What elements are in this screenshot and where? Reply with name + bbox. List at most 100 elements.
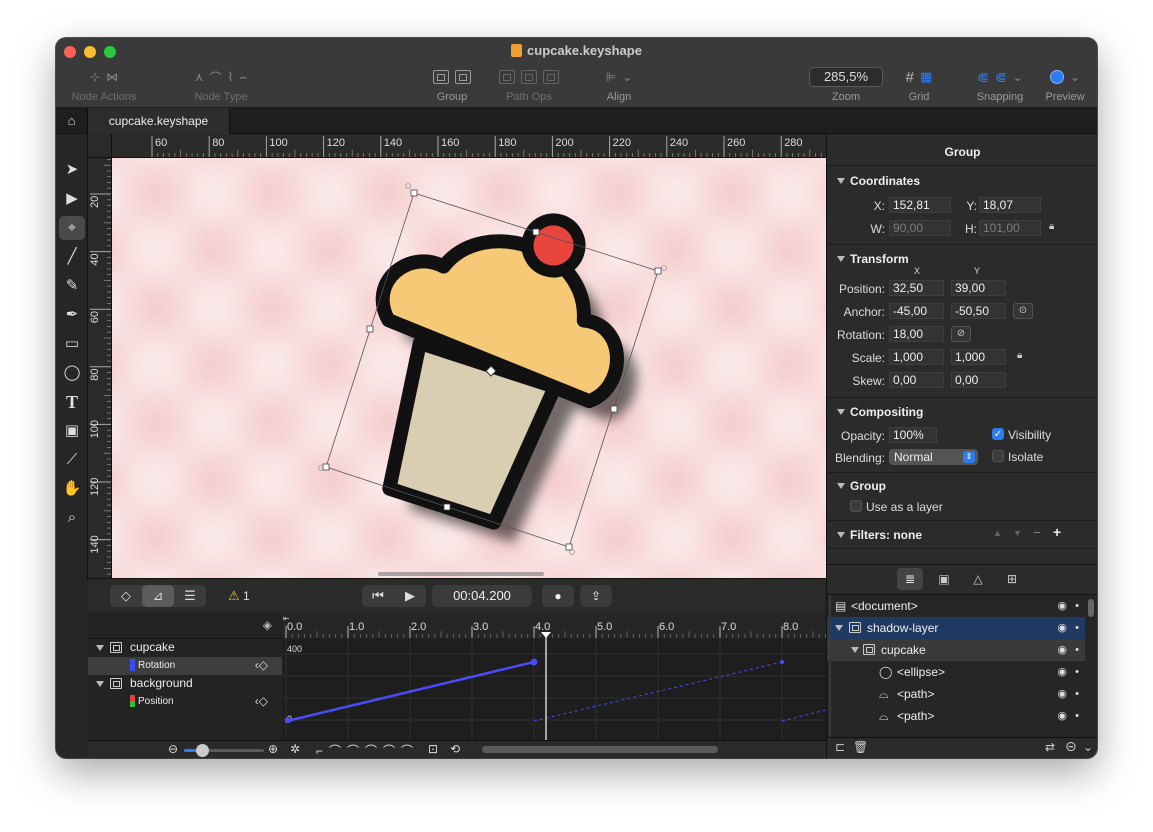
remove-filter-icon[interactable]: − xyxy=(1033,525,1041,540)
select-tool[interactable]: ➤ xyxy=(59,158,85,182)
scale-lock-icon[interactable]: 🔒︎ xyxy=(1017,350,1022,361)
transform-origin-tool[interactable]: ⌖ xyxy=(59,216,85,240)
text-tool[interactable]: T xyxy=(59,390,85,414)
move-up-icon[interactable]: ▲ xyxy=(993,528,1002,538)
position-y-field[interactable]: 39,00 xyxy=(951,280,1006,296)
hand-tool[interactable]: ✋ xyxy=(59,477,85,501)
resize-handle[interactable] xyxy=(654,267,662,275)
resize-handle[interactable] xyxy=(366,325,374,333)
lock-dot-icon[interactable]: • xyxy=(1075,683,1079,705)
resize-handle[interactable] xyxy=(322,463,330,471)
position-x-field[interactable]: 32,50 xyxy=(889,280,944,296)
chevron-down-icon[interactable]: ⌄ xyxy=(1083,740,1093,754)
tab-document[interactable]: cupcake.keyshape xyxy=(88,108,230,134)
toolbar-node-type[interactable]: ⋏ ⌒ ⌇ ⌢ Node Type xyxy=(166,68,276,106)
timeline-row-position[interactable]: Position ‹◇ xyxy=(88,693,282,711)
new-layer-icon[interactable]: ⊏ xyxy=(835,740,845,754)
ellipse-tool[interactable]: ◯ xyxy=(59,361,85,385)
lock-dot-icon[interactable]: • xyxy=(1075,661,1079,683)
group-section-header[interactable]: Group xyxy=(837,479,886,493)
rectangle-tool[interactable]: ▭ xyxy=(59,332,85,356)
opacity-field[interactable]: 100% xyxy=(889,427,937,443)
easing-buttons[interactable]: ⌐⌒⌒⌒⌒⌒ xyxy=(316,742,419,758)
record-button[interactable]: ● xyxy=(542,585,574,607)
keyframe-point[interactable] xyxy=(285,718,290,723)
layer-ellipse[interactable]: ◯ <ellipse> ◉ • xyxy=(827,661,1085,683)
keyframe-nav-icon[interactable]: ‹◇ xyxy=(255,694,268,708)
current-time-field[interactable]: 00:04.200 xyxy=(432,585,532,607)
trash-icon[interactable]: 🗑︎ xyxy=(853,740,868,754)
drawing-canvas[interactable] xyxy=(112,158,826,578)
swap-icon[interactable]: ⇄ xyxy=(1045,740,1055,754)
move-down-icon[interactable]: ▼ xyxy=(1013,528,1022,538)
zoom-in-icon[interactable]: ⊕ xyxy=(268,742,278,756)
visibility-eye-icon[interactable]: ◉ xyxy=(1057,683,1067,705)
lock-dot-icon[interactable]: • xyxy=(1075,595,1079,617)
export-animation-button[interactable]: ⇪ xyxy=(580,585,612,607)
timeline-graph[interactable]: 0.01.02.03.04.05.06.07.08.0 400 0 ⇤ xyxy=(282,612,826,740)
transform-section-header[interactable]: Transform xyxy=(837,252,909,266)
keyframe-point[interactable] xyxy=(530,658,538,666)
timeline-row-background[interactable]: background xyxy=(88,675,282,693)
canvas-horizontal-scrollbar[interactable] xyxy=(378,572,544,576)
resize-handle[interactable] xyxy=(443,503,451,511)
visibility-eye-icon[interactable]: ◉ xyxy=(1057,617,1067,639)
compositing-section-header[interactable]: Compositing xyxy=(837,405,923,419)
layer-path[interactable]: ⌓ <path> ◉ • xyxy=(827,705,1085,727)
more-options-icon[interactable]: ⊝ xyxy=(1065,738,1077,755)
x-field[interactable]: 152,81 xyxy=(889,197,951,213)
visibility-eye-icon[interactable]: ◉ xyxy=(1057,595,1067,617)
visibility-eye-icon[interactable]: ◉ xyxy=(1057,705,1067,727)
lock-dot-icon[interactable]: • xyxy=(1075,639,1079,661)
tab-assets[interactable]: ▣ xyxy=(931,568,957,590)
toolbar-align[interactable]: ⊫ ⌄ Align xyxy=(596,68,642,106)
scale-x-field[interactable]: 1,000 xyxy=(889,349,944,365)
eyedropper-tool[interactable]: ⟋ xyxy=(59,448,85,472)
lock-dot-icon[interactable]: • xyxy=(1075,705,1079,727)
timeline-mode-segment[interactable]: ◇ ⊿ ☰ xyxy=(110,585,206,607)
anchor-y-field[interactable]: -50,50 xyxy=(951,303,1006,319)
warnings-indicator[interactable]: ⚠ 1 xyxy=(228,588,250,604)
auto-rotate-button[interactable]: ⊘ xyxy=(951,326,971,342)
visibility-eye-icon[interactable]: ◉ xyxy=(1057,639,1067,661)
resize-handle[interactable] xyxy=(410,189,418,197)
width-field[interactable]: 90,00 xyxy=(889,220,951,236)
tab-symbols[interactable]: △ xyxy=(965,568,991,590)
isolate-checkbox[interactable] xyxy=(992,450,1004,462)
layers-scrollbar[interactable] xyxy=(1088,599,1094,617)
layer-cupcake[interactable]: cupcake ◉ • xyxy=(827,639,1085,661)
keyframe-nav-icon[interactable]: ‹◇ xyxy=(255,658,268,672)
add-filter-icon[interactable]: + xyxy=(1053,524,1061,540)
zoom-field[interactable]: 285,5% xyxy=(809,67,883,87)
rotation-field[interactable]: 18,00 xyxy=(889,326,944,342)
lock-dot-icon[interactable]: • xyxy=(1075,617,1079,639)
toolbar-group[interactable]: Group xyxy=(424,68,480,106)
height-field[interactable]: 101,00 xyxy=(979,220,1041,236)
pen-tool[interactable]: ✒ xyxy=(59,303,85,327)
anchor-center-button[interactable]: ⊙ xyxy=(1013,303,1033,319)
anchor-x-field[interactable]: -45,00 xyxy=(889,303,944,319)
toolbar-grid[interactable]: # ▦ Grid xyxy=(896,68,942,106)
scale-y-field[interactable]: 1,000 xyxy=(951,349,1006,365)
zoom-out-icon[interactable]: ⊖ xyxy=(168,742,178,756)
timeline-horizontal-scrollbar[interactable] xyxy=(482,746,718,753)
timeline-zoom-slider[interactable] xyxy=(184,744,264,757)
keyframe-mode-button[interactable]: ◇ xyxy=(110,585,142,607)
timeline-row-rotation[interactable]: Rotation ‹◇ xyxy=(88,657,282,675)
skew-x-field[interactable]: 0,00 xyxy=(889,372,944,388)
tab-layers[interactable]: ≣ xyxy=(897,568,923,590)
home-tab[interactable]: ⌂ xyxy=(56,108,88,134)
timeline-row-cupcake[interactable]: cupcake xyxy=(88,639,282,657)
slider-thumb[interactable] xyxy=(196,744,209,757)
list-mode-button[interactable]: ☰ xyxy=(174,585,206,607)
image-tool[interactable]: ▣ xyxy=(59,419,85,443)
y-field[interactable]: 18,07 xyxy=(979,197,1041,213)
toolbar-node-actions[interactable]: ⊹ ⋈ Node Actions xyxy=(64,68,144,106)
zoom-tool[interactable]: ⌕ xyxy=(59,506,85,530)
skew-y-field[interactable]: 0,00 xyxy=(951,372,1006,388)
resize-handle[interactable] xyxy=(565,543,573,551)
node-select-tool[interactable]: ▶ xyxy=(59,187,85,211)
pencil-tool[interactable]: ✎ xyxy=(59,274,85,298)
toolbar-path-ops[interactable]: Path Ops xyxy=(490,68,568,106)
add-keyframe-icon[interactable]: ◈ xyxy=(263,618,272,632)
